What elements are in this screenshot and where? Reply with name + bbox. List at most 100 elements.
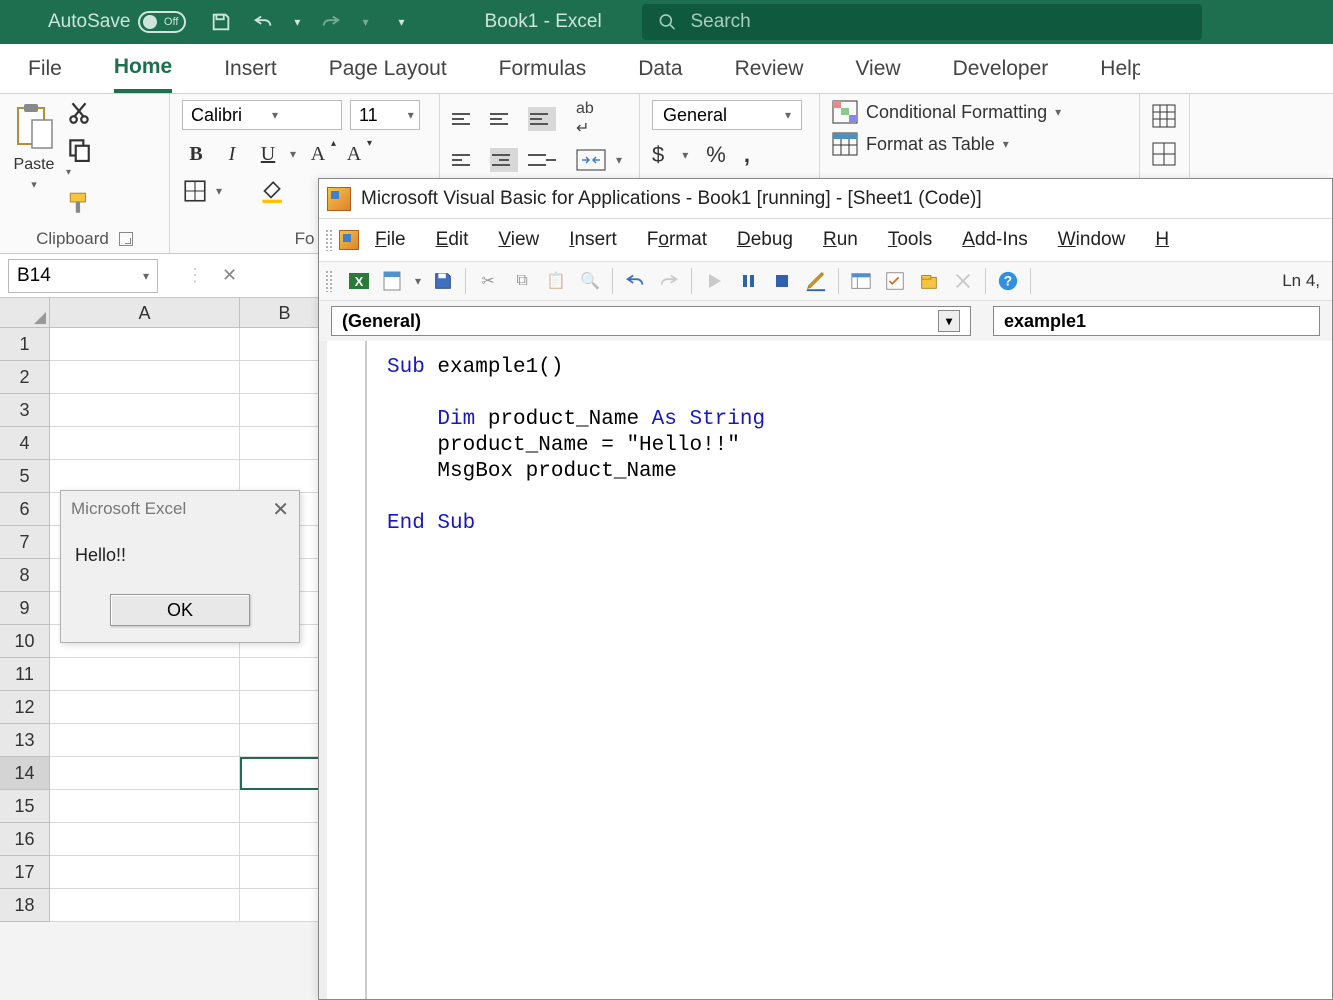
cell[interactable] xyxy=(240,394,330,427)
currency-dropdown[interactable]: ▾ xyxy=(682,148,688,162)
row-header[interactable]: 15 xyxy=(0,790,50,823)
tab-data[interactable]: Data xyxy=(638,47,682,91)
align-bottom-icon[interactable] xyxy=(528,107,556,131)
cell[interactable] xyxy=(240,691,330,724)
cell[interactable] xyxy=(50,691,240,724)
pause-icon[interactable] xyxy=(736,269,760,293)
cell[interactable] xyxy=(240,361,330,394)
row-header[interactable]: 18 xyxy=(0,889,50,922)
properties-icon[interactable] xyxy=(883,269,907,293)
redo-icon[interactable] xyxy=(320,11,342,33)
cell[interactable] xyxy=(50,823,240,856)
cell[interactable] xyxy=(240,460,330,493)
paste-button[interactable]: Paste ▾ xyxy=(12,100,56,216)
vba-toolbar-drag-icon[interactable] xyxy=(325,270,333,292)
ok-button[interactable]: OK xyxy=(110,594,250,626)
insert-module-icon[interactable] xyxy=(381,269,405,293)
row-header[interactable]: 5 xyxy=(0,460,50,493)
row-header[interactable]: 3 xyxy=(0,394,50,427)
select-all-corner[interactable] xyxy=(0,298,50,328)
view-excel-icon[interactable]: X xyxy=(347,269,371,293)
name-box[interactable]: B14▾ xyxy=(8,259,158,293)
search-input[interactable] xyxy=(691,11,1186,33)
cell[interactable] xyxy=(240,658,330,691)
vba-doc-icon[interactable] xyxy=(339,230,359,250)
search-box[interactable] xyxy=(642,4,1202,40)
align-middle-icon[interactable] xyxy=(490,107,518,131)
tab-page-layout[interactable]: Page Layout xyxy=(329,47,447,91)
number-format-select[interactable]: General▾ xyxy=(652,100,802,130)
menu-edit[interactable]: Edit xyxy=(422,225,483,255)
row-header[interactable]: 16 xyxy=(0,823,50,856)
cell[interactable] xyxy=(240,427,330,460)
insert-module-dropdown[interactable]: ▾ xyxy=(415,274,421,288)
row-header[interactable]: 11 xyxy=(0,658,50,691)
menu-run[interactable]: Run xyxy=(809,225,872,255)
cell[interactable] xyxy=(50,856,240,889)
cell[interactable] xyxy=(240,889,330,922)
tab-insert[interactable]: Insert xyxy=(224,47,277,91)
col-header-a[interactable]: A xyxy=(50,298,240,328)
underline-button[interactable]: U xyxy=(254,140,282,168)
menu-insert[interactable]: Insert xyxy=(555,225,631,255)
row-header[interactable]: 6 xyxy=(0,493,50,526)
decrease-font-icon[interactable]: A▾ xyxy=(340,140,368,168)
tab-developer[interactable]: Developer xyxy=(953,47,1049,91)
tab-file[interactable]: File xyxy=(28,47,62,91)
align-center-icon[interactable] xyxy=(490,148,518,172)
cell[interactable] xyxy=(240,790,330,823)
wrap-text-icon[interactable]: ab↵ xyxy=(576,100,594,138)
row-header[interactable]: 12 xyxy=(0,691,50,724)
copy-icon[interactable]: ▾ xyxy=(66,136,92,180)
cell[interactable] xyxy=(50,790,240,823)
underline-dropdown[interactable]: ▾ xyxy=(290,147,296,161)
cell[interactable] xyxy=(50,658,240,691)
row-header[interactable]: 17 xyxy=(0,856,50,889)
col-header-b[interactable]: B xyxy=(240,298,330,328)
code-editor[interactable]: Sub example1() Dim product_Name As Strin… xyxy=(319,341,1332,999)
borders-icon[interactable] xyxy=(182,178,208,204)
row-header[interactable]: 7 xyxy=(0,526,50,559)
menu-tools[interactable]: Tools xyxy=(874,225,946,255)
paste-dropdown-icon[interactable]: ▾ xyxy=(31,178,37,191)
cell[interactable] xyxy=(50,328,240,361)
vba-drag-handle-icon[interactable] xyxy=(325,229,333,251)
row-header[interactable]: 1 xyxy=(0,328,50,361)
design-mode-icon[interactable] xyxy=(804,269,828,293)
cell[interactable] xyxy=(50,460,240,493)
conditional-formatting-button[interactable]: Conditional Formatting▾ xyxy=(832,100,1127,124)
percent-icon[interactable]: % xyxy=(706,142,726,168)
merge-dropdown[interactable]: ▾ xyxy=(616,153,622,167)
cell[interactable] xyxy=(50,757,240,790)
tab-view[interactable]: View xyxy=(855,47,900,91)
cell[interactable] xyxy=(240,757,330,790)
qat-customize[interactable]: ▾ xyxy=(398,15,404,29)
comma-icon[interactable]: , xyxy=(744,142,750,168)
menu-file[interactable]: File xyxy=(361,225,420,255)
vba-titlebar[interactable]: Microsoft Visual Basic for Applications … xyxy=(319,179,1332,219)
bold-button[interactable]: B xyxy=(182,140,210,168)
italic-button[interactable]: I xyxy=(218,140,246,168)
cell[interactable] xyxy=(240,823,330,856)
autosave-toggle[interactable]: AutoSave Off xyxy=(48,11,186,33)
object-browser-icon[interactable] xyxy=(917,269,941,293)
object-combo[interactable]: (General)▾ xyxy=(331,306,971,336)
menu-help[interactable]: H xyxy=(1141,225,1183,255)
row-header[interactable]: 4 xyxy=(0,427,50,460)
menu-view[interactable]: View xyxy=(484,225,553,255)
cell[interactable] xyxy=(240,328,330,361)
cell[interactable] xyxy=(50,427,240,460)
increase-font-icon[interactable]: A▴ xyxy=(304,140,332,168)
menu-debug[interactable]: Debug xyxy=(723,225,807,255)
save-icon[interactable] xyxy=(431,269,455,293)
cell[interactable] xyxy=(240,856,330,889)
toggle-switch[interactable]: Off xyxy=(138,11,186,33)
stop-icon[interactable] xyxy=(770,269,794,293)
delete-cells-icon[interactable] xyxy=(1152,142,1180,166)
format-painter-icon[interactable] xyxy=(66,190,92,216)
undo-icon[interactable] xyxy=(252,11,274,33)
align-top-icon[interactable] xyxy=(452,107,480,131)
row-header[interactable]: 10 xyxy=(0,625,50,658)
cell[interactable] xyxy=(50,724,240,757)
tab-help[interactable]: Help xyxy=(1100,47,1140,91)
